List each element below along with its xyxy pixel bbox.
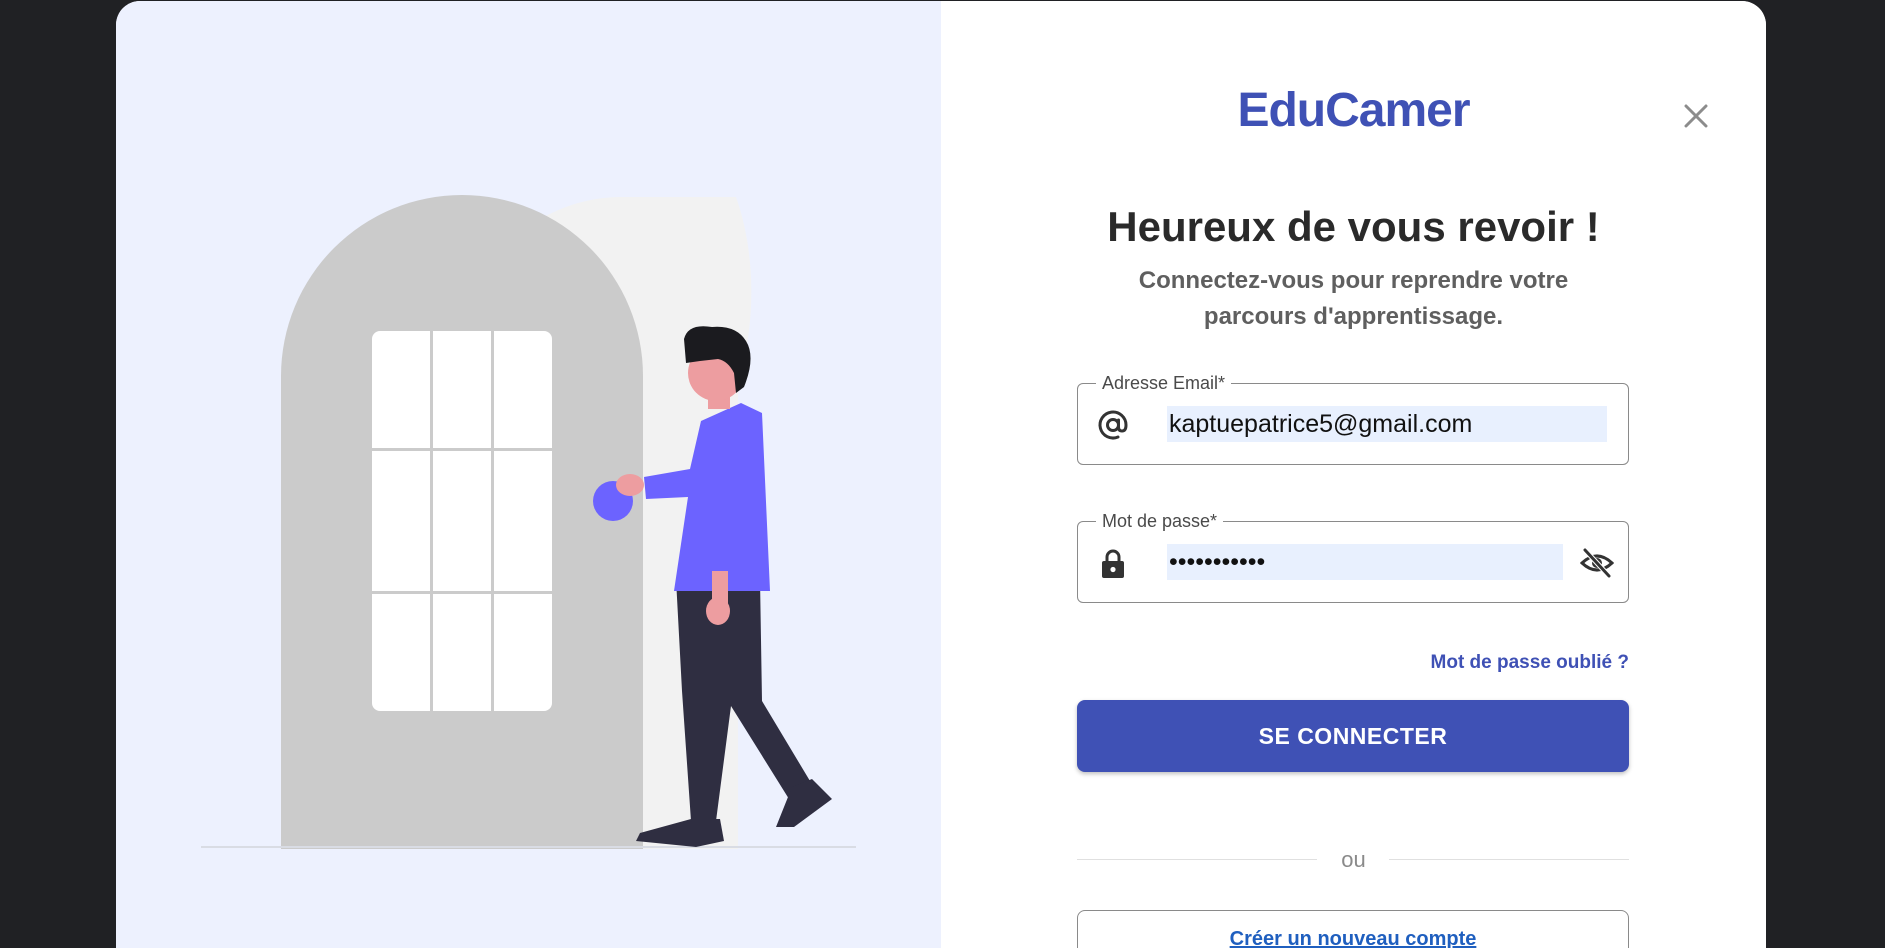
person-entering-door-illustration	[201, 195, 856, 850]
email-input[interactable]	[1167, 406, 1607, 442]
eye-off-icon	[1580, 548, 1614, 578]
close-button[interactable]	[1676, 96, 1716, 136]
password-field[interactable]: Mot de passe*	[1077, 510, 1629, 603]
login-modal: EduCamer Heureux de vous revoir ! Connec…	[116, 1, 1766, 948]
password-input[interactable]	[1167, 544, 1563, 580]
close-icon	[1684, 104, 1708, 128]
create-account-label: Créer un nouveau compte	[1229, 928, 1477, 948]
toggle-password-visibility-button[interactable]	[1580, 546, 1614, 580]
login-button[interactable]: SE CONNECTER	[1077, 700, 1629, 772]
illustration-panel	[116, 1, 941, 948]
password-label: Mot de passe*	[1096, 510, 1224, 532]
brand-logo: EduCamer	[1237, 84, 1470, 137]
lock-icon	[1096, 546, 1130, 580]
divider-label: ou	[1341, 847, 1366, 872]
login-form-panel: EduCamer Heureux de vous revoir ! Connec…	[941, 1, 1766, 948]
at-icon	[1096, 408, 1130, 442]
welcome-subtitle: Connectez-vous pour reprendre votre parc…	[1138, 267, 1569, 330]
forgot-password-link[interactable]: Mot de passe oublié ?	[1431, 652, 1629, 674]
divider-line-right	[1389, 859, 1629, 860]
email-label: Adresse Email*	[1096, 372, 1232, 394]
create-account-button[interactable]: Créer un nouveau compte	[1077, 910, 1629, 948]
email-field[interactable]: Adresse Email*	[1077, 372, 1629, 465]
welcome-title: Heureux de vous revoir !	[1107, 203, 1600, 250]
